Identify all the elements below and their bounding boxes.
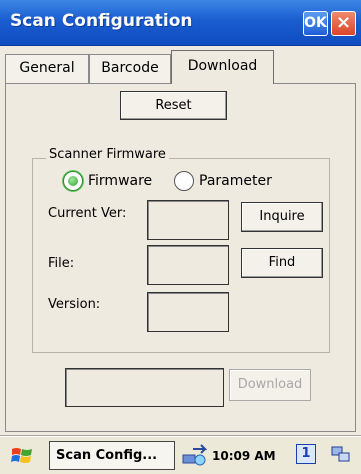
clock: 10:09 AM (212, 449, 276, 463)
inquire-button[interactable]: Inquire (241, 202, 323, 232)
parameter-radio[interactable] (174, 171, 194, 191)
radio-selected-dot (68, 176, 78, 186)
tab-barcode[interactable]: Barcode (89, 54, 171, 83)
current-ver-field (147, 200, 229, 240)
tab-download[interactable]: Download (171, 50, 274, 84)
desktop-icon[interactable] (330, 444, 352, 466)
input-indicator[interactable]: 1 (296, 444, 316, 464)
firmware-radio[interactable] (63, 171, 83, 191)
file-label: File: (48, 256, 75, 271)
version-field (147, 292, 229, 332)
windows-flag-icon[interactable] (10, 445, 34, 467)
group-label: Scanner Firmware (46, 147, 169, 162)
version-label: Version: (48, 297, 101, 312)
tab-general[interactable]: General (5, 54, 89, 83)
network-sync-icon[interactable] (181, 443, 208, 467)
taskbar-app-button[interactable]: Scan Config... (49, 441, 175, 470)
firmware-radio-label[interactable]: Firmware (88, 173, 152, 189)
current-ver-label: Current Ver: (48, 206, 127, 221)
reset-button[interactable]: Reset (120, 91, 227, 120)
close-button[interactable]: × (331, 11, 356, 36)
file-field (147, 245, 229, 285)
download-button: Download (229, 369, 311, 401)
ok-button[interactable]: OK (303, 11, 328, 36)
find-button[interactable]: Find (241, 248, 323, 278)
download-path-field[interactable] (65, 368, 224, 407)
window-title: Scan Configuration (10, 11, 193, 31)
parameter-radio-label[interactable]: Parameter (199, 173, 272, 189)
